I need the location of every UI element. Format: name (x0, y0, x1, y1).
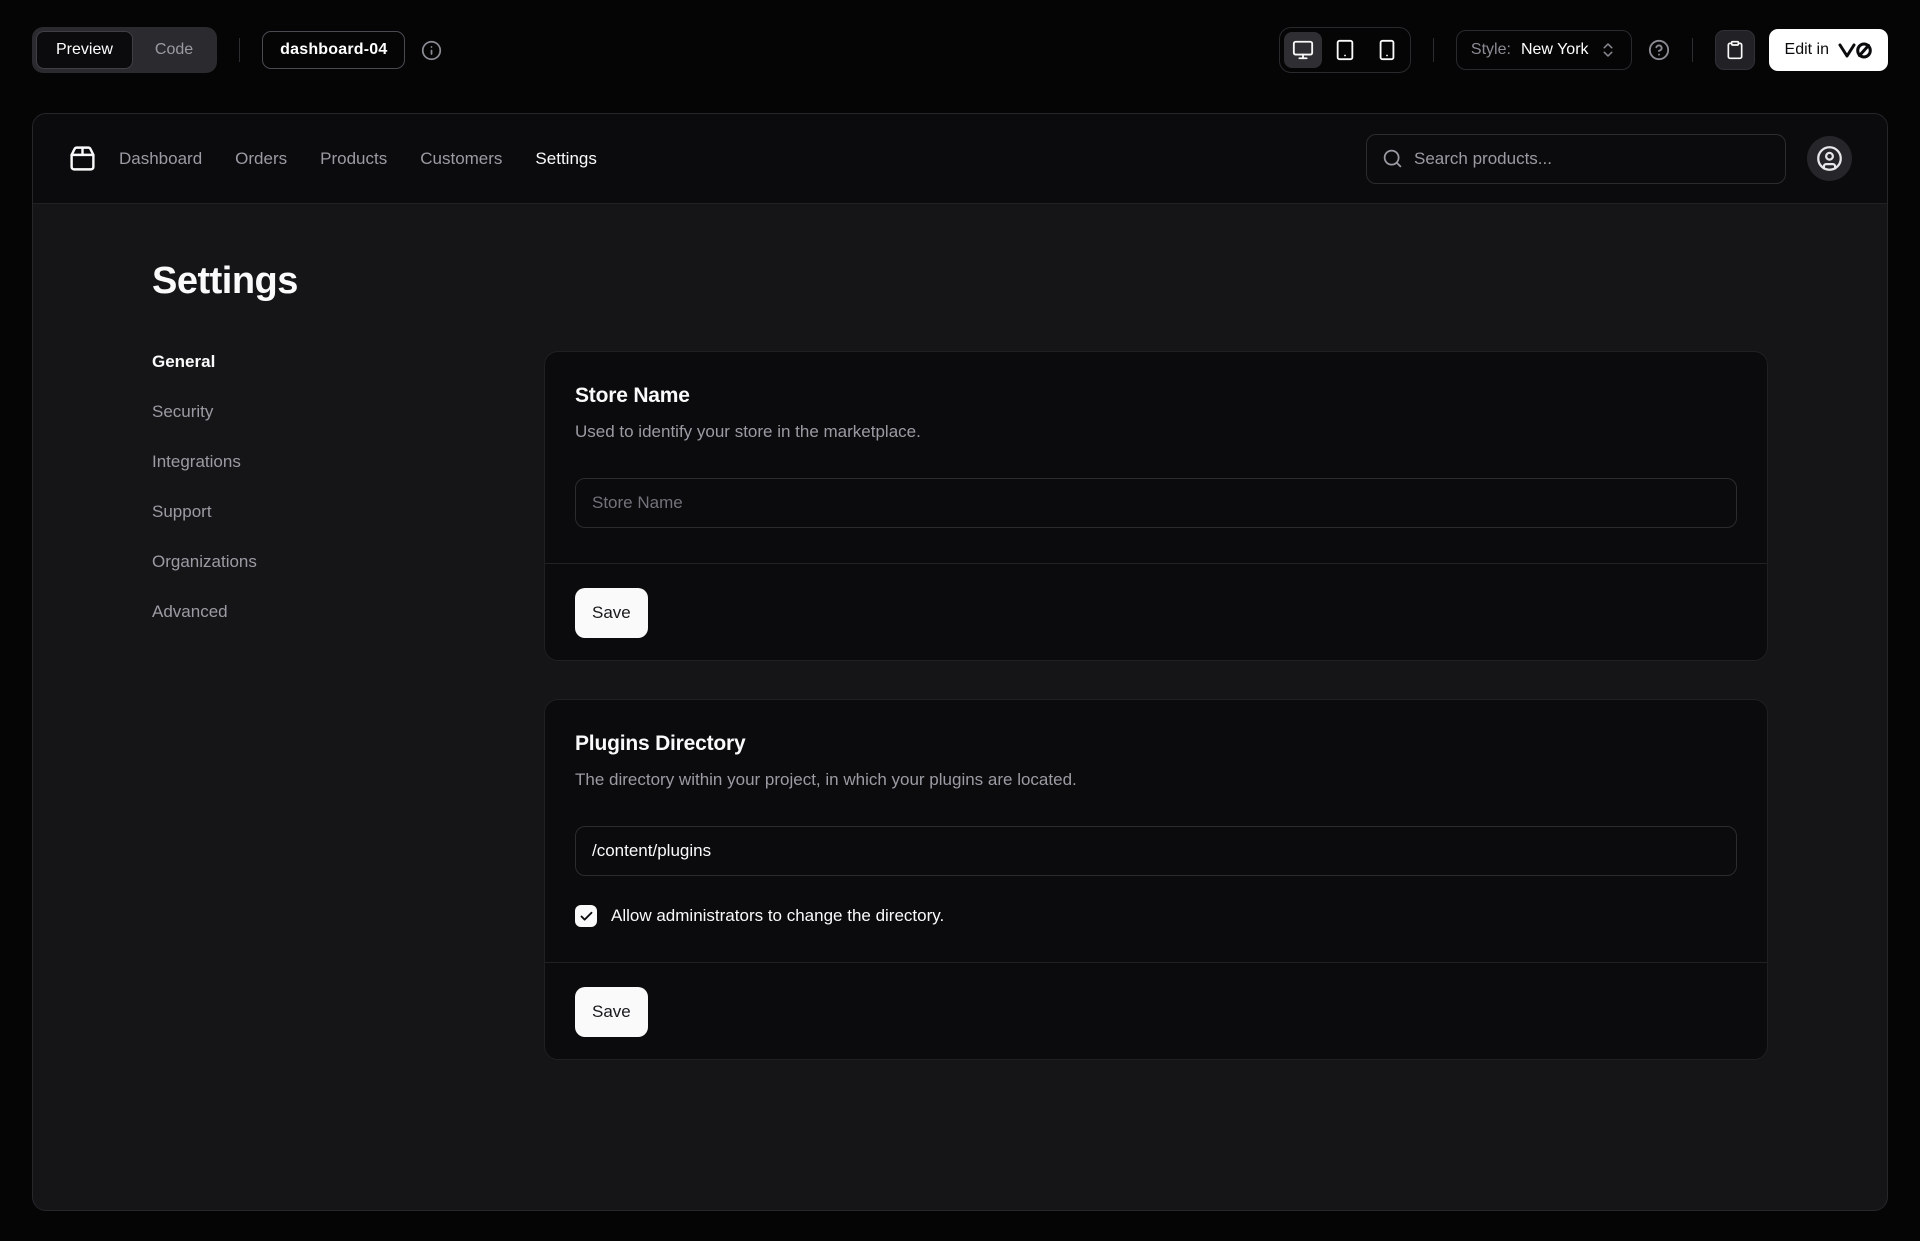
project-name-badge[interactable]: dashboard-04 (262, 31, 405, 69)
plugins-directory-card-footer: Save (545, 962, 1767, 1059)
sidebar-item-integrations[interactable]: Integrations (152, 451, 544, 473)
plugins-directory-card: Plugins Directory The directory within y… (544, 699, 1768, 1060)
edit-in-v0-label: Edit in (1785, 41, 1829, 59)
chevrons-up-down-icon (1599, 41, 1617, 59)
v0-logo-icon (1838, 42, 1872, 59)
edit-in-v0-button[interactable]: Edit in (1769, 29, 1888, 71)
sidebar-item-support[interactable]: Support (152, 501, 544, 523)
main-nav: Dashboard Orders Products Customers Sett… (119, 149, 597, 169)
sidebar-item-security[interactable]: Security (152, 401, 544, 423)
sidebar-item-organizations[interactable]: Organizations (152, 551, 544, 573)
sidebar-item-general[interactable]: General (152, 351, 544, 373)
style-select-value: New York (1521, 41, 1589, 59)
nav-link-customers[interactable]: Customers (420, 149, 502, 169)
search-input[interactable] (1414, 149, 1770, 169)
nav-link-settings[interactable]: Settings (535, 149, 596, 169)
nav-link-products[interactable]: Products (320, 149, 387, 169)
check-icon (579, 909, 594, 924)
tablet-view-icon[interactable] (1326, 32, 1364, 68)
style-select[interactable]: Style: New York (1456, 30, 1632, 70)
store-name-card-title: Store Name (575, 384, 1737, 408)
plugins-directory-input[interactable] (575, 826, 1737, 876)
search-box (1366, 134, 1786, 184)
toolbar-divider (239, 38, 240, 62)
device-size-toggle (1279, 27, 1411, 73)
desktop-view-icon[interactable] (1284, 32, 1322, 68)
allow-admins-checkbox-label[interactable]: Allow administrators to change the direc… (611, 906, 944, 926)
settings-sidebar: General Security Integrations Support Or… (152, 351, 544, 623)
nav-link-orders[interactable]: Orders (235, 149, 287, 169)
v0-toolbar: Preview Code dashboard-04 Style: New Yor… (0, 0, 1920, 100)
plugins-directory-card-description: The directory within your project, in wh… (575, 769, 1737, 791)
page-title: Settings (152, 260, 1768, 303)
preview-code-toggle: Preview Code (32, 27, 217, 73)
plugins-directory-save-button[interactable]: Save (575, 987, 648, 1037)
store-name-card-footer: Save (545, 563, 1767, 660)
store-name-save-button[interactable]: Save (575, 588, 648, 638)
search-icon (1382, 148, 1403, 169)
toolbar-divider (1692, 38, 1693, 62)
code-tab[interactable]: Code (135, 31, 213, 69)
store-name-card-description: Used to identify your store in the marke… (575, 421, 1737, 443)
allow-admins-checkbox[interactable] (575, 905, 597, 927)
copy-clipboard-icon[interactable] (1715, 30, 1755, 70)
help-icon[interactable] (1648, 39, 1670, 61)
package-icon[interactable] (68, 144, 97, 173)
store-name-input[interactable] (575, 478, 1737, 528)
settings-page: Settings General Security Integrations S… (33, 204, 1887, 1060)
style-select-label: Style: (1471, 41, 1511, 59)
store-header: Dashboard Orders Products Customers Sett… (33, 114, 1887, 204)
user-circle-icon (1816, 145, 1843, 172)
preview-frame: Dashboard Orders Products Customers Sett… (32, 113, 1888, 1211)
mobile-view-icon[interactable] (1368, 32, 1406, 68)
info-icon[interactable] (421, 40, 442, 61)
store-name-card: Store Name Used to identify your store i… (544, 351, 1768, 661)
user-menu-button[interactable] (1807, 136, 1852, 181)
preview-tab[interactable]: Preview (36, 31, 133, 69)
toolbar-divider (1433, 38, 1434, 62)
sidebar-item-advanced[interactable]: Advanced (152, 601, 544, 623)
plugins-directory-card-title: Plugins Directory (575, 732, 1737, 756)
nav-link-dashboard[interactable]: Dashboard (119, 149, 202, 169)
